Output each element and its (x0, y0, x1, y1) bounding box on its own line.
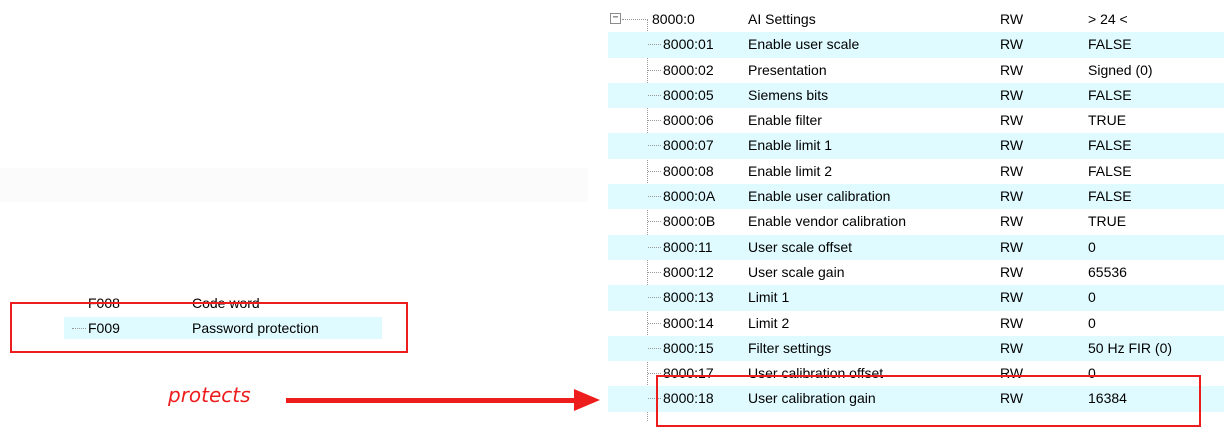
tree-connector (648, 373, 661, 375)
object-flags: RW (1000, 36, 1024, 53)
object-name: Enable user scale (748, 36, 860, 53)
object-flags: RW (1000, 289, 1024, 306)
tree-row[interactable]: 8000:13 Limit 1 RW 0 (608, 285, 1224, 311)
tree-connector (648, 94, 661, 96)
object-flags: RW (1000, 188, 1024, 205)
tree-row[interactable]: 8000:0B Enable vendor calibration RW TRUE (608, 209, 1224, 234)
object-flags: RW (1000, 162, 1024, 179)
object-index: 8000:15 (663, 339, 714, 356)
object-name: Limit 2 (748, 314, 790, 331)
object-value: FALSE (1088, 86, 1132, 103)
object-index: 8000:06 (663, 112, 714, 129)
tree-row[interactable]: 8000:11 User scale offset RW 0 (608, 234, 1224, 260)
tree-row[interactable]: 8000:01 Enable user scale RW FALSE (608, 32, 1224, 58)
object-index: 8000:02 (663, 61, 714, 78)
object-value: TRUE (1088, 112, 1127, 129)
settings-tree: − 8000:0 AI Settings RW > 24 < 8000:01 En… (608, 7, 1224, 421)
object-index: 8000:0 (652, 11, 695, 27)
tree-connector (622, 19, 646, 20)
tree-connector (648, 120, 661, 122)
tree-row[interactable]: 8000:06 Enable filter RW TRUE (608, 108, 1224, 133)
tree-row[interactable]: 8000:14 Limit 2 RW 0 (608, 311, 1224, 336)
object-name: Limit 1 (748, 289, 790, 306)
object-flags: RW (1000, 61, 1024, 78)
object-name: AI Settings (748, 11, 816, 27)
tree-connector (648, 69, 661, 71)
object-index: 8000:14 (663, 314, 714, 331)
object-index: 8000:0A (663, 188, 716, 205)
object-flags: RW (1000, 213, 1024, 230)
object-flags: RW (1000, 314, 1024, 331)
object-value: FALSE (1088, 188, 1132, 205)
object-name: Enable vendor calibration (748, 213, 906, 230)
object-index: 8000:13 (663, 289, 714, 306)
object-value: 0 (1088, 314, 1096, 331)
tree-row[interactable]: 8000:0A Enable user calibration RW FALSE (608, 184, 1224, 210)
object-name: Enable user calibration (748, 188, 891, 205)
arrow-head-icon (574, 389, 600, 411)
object-index: 8000:01 (663, 36, 714, 53)
object-value: FALSE (1088, 137, 1132, 154)
calibration-highlight-box (656, 375, 1201, 427)
object-flags: RW (1000, 137, 1024, 154)
object-value: 0 (1088, 238, 1096, 255)
object-index: 8000:12 (663, 263, 714, 280)
tree-connector (648, 271, 661, 273)
object-flags: RW (1000, 11, 1024, 27)
object-name: Presentation (748, 61, 827, 78)
tree-connector (648, 322, 661, 324)
object-value: > 24 < (1088, 11, 1128, 27)
object-name: User scale gain (748, 263, 845, 280)
object-index: 8000:0B (663, 213, 716, 230)
object-name: Enable limit 2 (748, 162, 833, 179)
tree-row[interactable]: 8000:12 User scale gain RW 65536 (608, 260, 1224, 285)
object-flags: RW (1000, 339, 1024, 356)
object-flags: RW (1000, 238, 1024, 255)
tree-row[interactable]: 8000:07 Enable limit 1 RW FALSE (608, 133, 1224, 159)
tree-connector (648, 145, 661, 147)
object-name: Filter settings (748, 339, 832, 356)
object-value: FALSE (1088, 36, 1132, 53)
object-flags: RW (1000, 263, 1024, 280)
tree-connector (648, 246, 661, 248)
object-value: 0 (1088, 289, 1096, 306)
tree-connector (648, 170, 661, 172)
background-band (0, 168, 588, 202)
tree-row[interactable]: 8000:15 Filter settings RW 50 Hz FIR (0) (608, 335, 1224, 362)
object-name: Enable filter (748, 112, 822, 129)
tree-connector (648, 347, 661, 349)
tree-connector (648, 196, 661, 198)
password-highlight-box (10, 302, 408, 353)
object-value: FALSE (1088, 162, 1132, 179)
arrow-shaft (286, 398, 576, 403)
object-index: 8000:11 (663, 238, 713, 255)
object-index: 8000:07 (663, 137, 714, 154)
object-flags: RW (1000, 86, 1024, 103)
object-index: 8000:08 (663, 162, 714, 179)
collapse-icon[interactable]: − (610, 13, 621, 24)
tree-connector (648, 44, 661, 46)
protects-label: protects (168, 383, 251, 407)
tree-connector (648, 297, 661, 299)
object-name: User scale offset (748, 238, 853, 255)
object-name: Enable limit 1 (748, 137, 833, 154)
tree-row[interactable]: 8000:05 Siemens bits RW FALSE (608, 82, 1224, 109)
object-value: 50 Hz FIR (0) (1088, 339, 1173, 356)
object-value: TRUE (1088, 213, 1127, 230)
tree-connector (648, 221, 661, 223)
tree-root-ai-settings[interactable]: − 8000:0 AI Settings RW > 24 < (608, 7, 1224, 32)
tree-row[interactable]: 8000:02 Presentation RW Signed (0) (608, 58, 1224, 83)
object-value: Signed (0) (1088, 61, 1153, 78)
object-flags: RW (1000, 112, 1024, 129)
object-value: 65536 (1088, 263, 1127, 280)
object-name: Siemens bits (748, 86, 829, 103)
tree-row[interactable]: 8000:08 Enable limit 2 RW FALSE (608, 159, 1224, 184)
object-index: 8000:05 (663, 86, 714, 103)
